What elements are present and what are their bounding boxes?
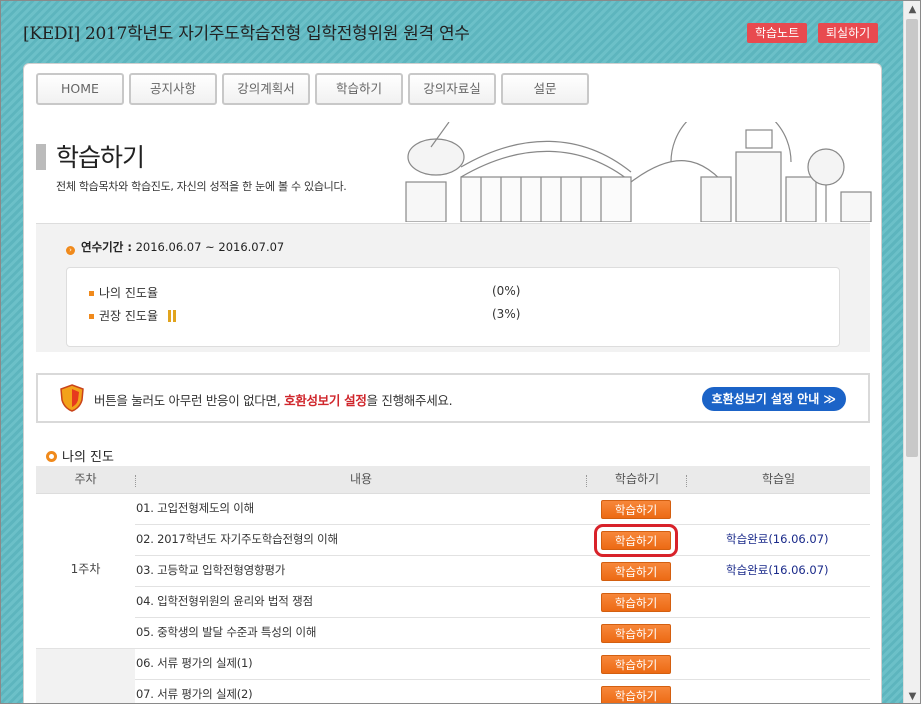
city-illustration [405, 122, 872, 222]
table-row: 03. 고등학교 입학전형영향평가 학습하기 학습완료(16.06.07) [36, 556, 870, 587]
bullet-icon [89, 314, 94, 319]
study-button[interactable]: 학습하기 [601, 624, 671, 643]
progress-table: 주차 내용 학습하기 학습일 1주차 01. 고입전형제도의 이해 학습하기 0… [36, 466, 870, 703]
vertical-scrollbar[interactable]: ▲ ▼ [903, 1, 920, 703]
table-body: 1주차 01. 고입전형제도의 이해 학습하기 02. 2017학년도 자기주도… [36, 494, 870, 703]
tab-syllabus[interactable]: 강의계획서 [222, 73, 310, 105]
page-title: 학습하기 [56, 143, 145, 172]
tab-notice[interactable]: 공지사항 [129, 73, 217, 105]
study-button[interactable]: 학습하기 [601, 562, 671, 581]
lesson-title: 01. 고입전형제도의 이해 [136, 501, 255, 515]
table-row: 05. 중학생의 발달 수준과 특성의 이해 학습하기 [36, 618, 870, 649]
lesson-title: 04. 입학전형위원의 윤리와 법적 쟁점 [136, 594, 313, 608]
table-row: 07. 서류 평가의 실제(2) 학습하기 [36, 680, 870, 703]
lesson-title: 05. 중학생의 발달 수준과 특성의 이해 [136, 625, 317, 639]
study-note-button[interactable]: 학습노트 [747, 23, 808, 43]
study-period: › 연수기간 : 2016.06.07 ~ 2016.07.07 [66, 239, 284, 255]
study-date: 학습완료(16.06.07) [726, 563, 829, 577]
period-section: › 연수기간 : 2016.06.07 ~ 2016.07.07 나의 진도율 (… [36, 223, 870, 352]
study-button[interactable]: 학습하기 [601, 686, 671, 703]
page-hero: 학습하기 전체 학습목차와 학습진도, 자신의 성적을 한 눈에 볼 수 있습니… [36, 122, 872, 222]
header-week: 주차 [74, 472, 97, 486]
table-row: 06. 서류 평가의 실제(1) 학습하기 [36, 649, 870, 703]
title-marker [36, 144, 46, 170]
bullet-icon [89, 291, 94, 296]
progress-card: 나의 진도율 (0%) 권장 진도율 (3%) [66, 267, 840, 347]
study-button[interactable]: 학습하기 [601, 655, 671, 674]
my-progress-value: (0%) [492, 284, 521, 298]
progress-bar-icon [168, 310, 172, 322]
lesson-title: 03. 고등학교 입학전형영향평가 [136, 563, 286, 577]
scroll-down-arrow-icon[interactable]: ▼ [904, 688, 920, 703]
compatibility-notice: 버튼을 눌러도 아무런 반응이 없다면, 호환성보기 설정을 진행해주세요. 호… [36, 373, 870, 423]
period-label: 연수기간 : [81, 240, 132, 254]
exit-button[interactable]: 퇴실하기 [818, 23, 879, 43]
shield-icon [60, 384, 84, 412]
week-cell-1: 1주차 [36, 494, 135, 649]
lesson-title: 06. 서류 평가의 실제(1) [136, 656, 253, 670]
study-date: 학습완료(16.06.07) [726, 532, 829, 546]
main-nav: HOME 공지사항 강의계획서 학습하기 강의자료실 설문 [36, 73, 589, 105]
ring-icon [46, 451, 57, 462]
main-panel: HOME 공지사항 강의계획서 학습하기 강의자료실 설문 학습하기 전체 학습… [23, 63, 882, 703]
tab-study[interactable]: 학습하기 [315, 73, 403, 105]
header-date: 학습일 [761, 472, 796, 486]
lesson-title: 02. 2017학년도 자기주도학습전형의 이해 [136, 532, 338, 546]
my-progress-heading: 나의 진도 [46, 446, 114, 465]
table-row: 01. 고입전형제도의 이해 학습하기 [36, 494, 870, 525]
browser-window: [KEDI] 2017학년도 자기주도학습전형 입학전형위원 원격 연수 학습노… [0, 0, 921, 704]
study-button-selected[interactable]: 학습하기 [594, 524, 678, 557]
tab-materials[interactable]: 강의자료실 [408, 73, 496, 105]
arrow-icon: › [66, 246, 75, 255]
my-progress-label: 나의 진도율 [89, 284, 158, 301]
app-title: [KEDI] 2017학년도 자기주도학습전형 입학전형위원 원격 연수 [23, 24, 470, 44]
table-header: 주차 내용 학습하기 학습일 [36, 466, 870, 494]
recommended-progress-label: 권장 진도율 [89, 307, 172, 324]
scroll-thumb[interactable] [906, 19, 918, 457]
period-value: 2016.06.07 ~ 2016.07.07 [135, 240, 285, 254]
header: [KEDI] 2017학년도 자기주도학습전형 입학전형위원 원격 연수 학습노… [1, 1, 904, 63]
compatibility-guide-button[interactable]: 호환성보기 설정 안내 ≫ [701, 387, 846, 411]
lesson-title: 07. 서류 평가의 실제(2) [136, 687, 253, 701]
table-row: 04. 입학전형위원의 윤리와 법적 쟁점 학습하기 [36, 587, 870, 618]
header-study: 학습하기 [614, 472, 660, 486]
study-button[interactable]: 학습하기 [601, 500, 671, 519]
notice-text: 버튼을 눌러도 아무런 반응이 없다면, 호환성보기 설정을 진행해주세요. [94, 393, 453, 408]
table-row: 02. 2017학년도 자기주도학습전형의 이해 학습하기 학습완료(16.06… [36, 524, 870, 557]
study-button[interactable]: 학습하기 [601, 593, 671, 612]
notice-highlight: 호환성보기 설정 [284, 393, 367, 408]
tab-survey[interactable]: 설문 [501, 73, 589, 105]
scroll-up-arrow-icon[interactable]: ▲ [904, 1, 920, 18]
tab-home[interactable]: HOME [36, 73, 124, 105]
page-subtitle: 전체 학습목차와 학습진도, 자신의 성적을 한 눈에 볼 수 있습니다. [56, 180, 347, 193]
header-content: 내용 [349, 472, 373, 486]
recommended-progress-value: (3%) [492, 307, 521, 321]
